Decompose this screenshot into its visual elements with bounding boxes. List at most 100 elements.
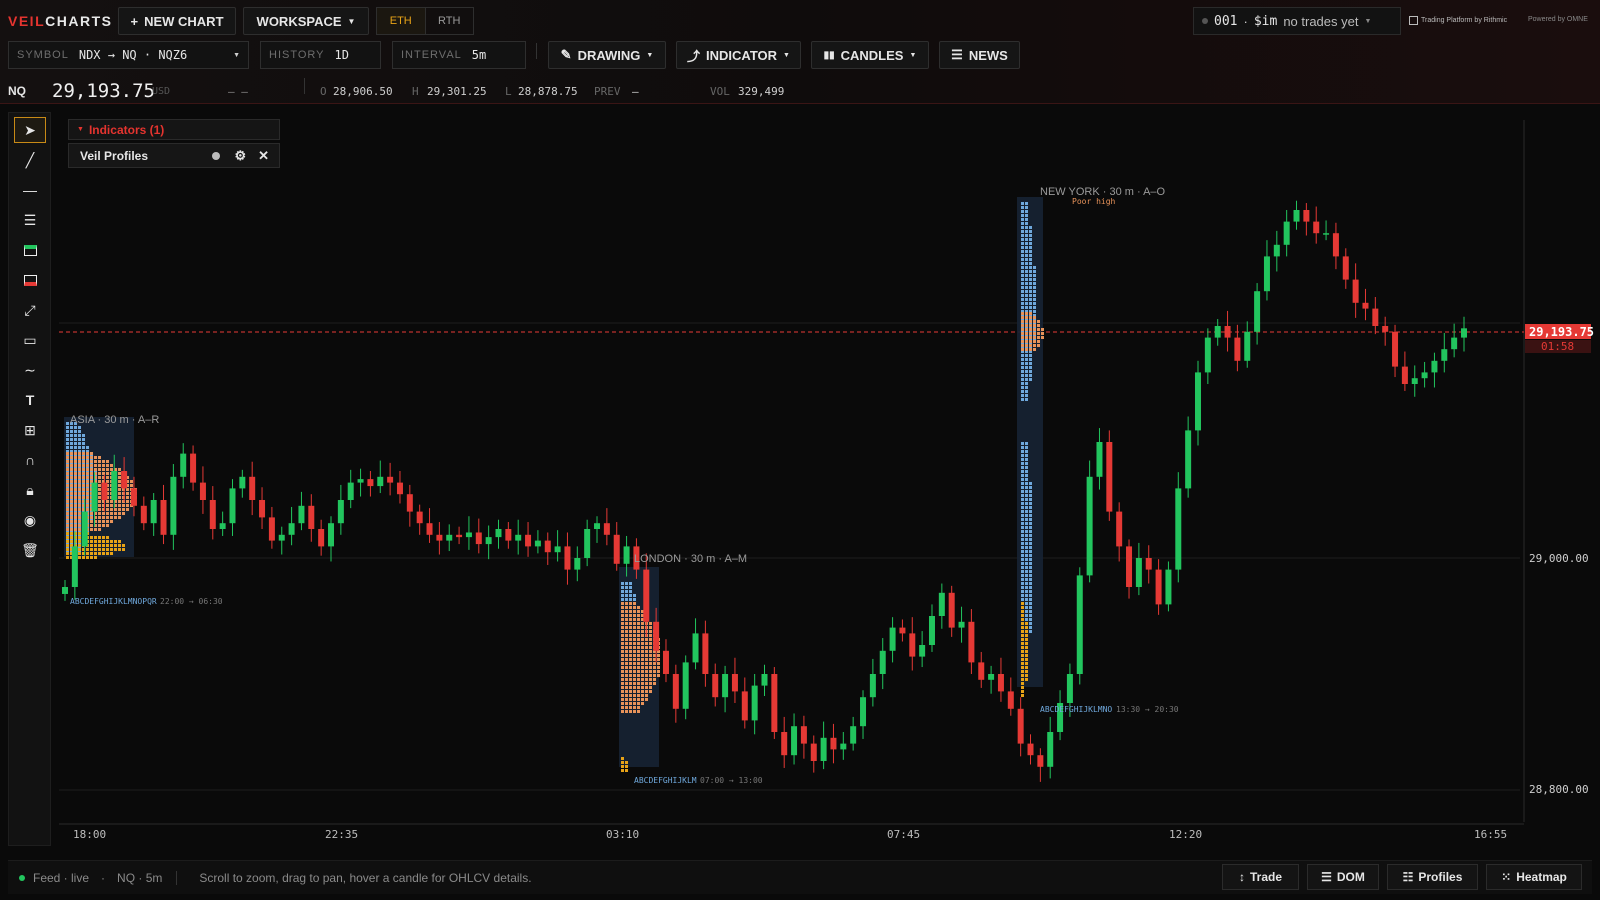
candle-body[interactable] bbox=[1066, 674, 1073, 703]
candle-body[interactable] bbox=[1342, 256, 1349, 280]
candle-body[interactable] bbox=[1185, 430, 1192, 489]
candle-body[interactable] bbox=[1155, 569, 1162, 605]
candle-body[interactable] bbox=[1283, 221, 1290, 245]
candle-body[interactable] bbox=[820, 737, 827, 761]
candle-body[interactable] bbox=[1244, 331, 1251, 361]
horizontal-line-tool[interactable]: — bbox=[14, 177, 46, 203]
candle-body[interactable] bbox=[1362, 302, 1369, 309]
text-tool[interactable]: T bbox=[14, 387, 46, 413]
candle-body[interactable] bbox=[938, 592, 945, 616]
candle-body[interactable] bbox=[288, 523, 295, 535]
candle-body[interactable] bbox=[367, 479, 374, 487]
candle-body[interactable] bbox=[1332, 233, 1339, 257]
short-position-tool[interactable] bbox=[14, 267, 46, 293]
candle-body[interactable] bbox=[534, 540, 541, 547]
candle-body[interactable] bbox=[1392, 331, 1399, 367]
account-selector[interactable]: 001 · $im no trades yet ▼ bbox=[1193, 7, 1401, 35]
candle-body[interactable] bbox=[682, 662, 689, 709]
rectangle-tool[interactable]: ▭ bbox=[14, 327, 46, 353]
candle-body[interactable] bbox=[988, 674, 995, 680]
candle-body[interactable] bbox=[160, 500, 167, 535]
candle-body[interactable] bbox=[574, 558, 581, 570]
candle-body[interactable] bbox=[259, 500, 266, 518]
candle-body[interactable] bbox=[1431, 360, 1438, 373]
candle-body[interactable] bbox=[209, 500, 216, 529]
candle-body[interactable] bbox=[1263, 256, 1270, 292]
workspace-button[interactable]: WORKSPACE ▼ bbox=[243, 7, 369, 35]
candle-body[interactable] bbox=[1293, 210, 1300, 222]
candle-body[interactable] bbox=[1461, 328, 1467, 338]
candle-body[interactable] bbox=[1352, 279, 1359, 303]
candle-body[interactable] bbox=[594, 523, 601, 529]
candle-body[interactable] bbox=[899, 627, 906, 634]
candle-body[interactable] bbox=[1372, 308, 1379, 326]
candle-body[interactable] bbox=[722, 674, 729, 698]
candle-body[interactable] bbox=[1204, 337, 1211, 373]
candle-body[interactable] bbox=[791, 726, 798, 756]
candle-body[interactable] bbox=[840, 743, 847, 750]
candle-body[interactable] bbox=[1007, 691, 1014, 709]
candle-body[interactable] bbox=[869, 674, 876, 698]
history-selector[interactable]: HISTORY 1D bbox=[260, 41, 381, 69]
candle-body[interactable] bbox=[751, 685, 758, 721]
candle-body[interactable] bbox=[318, 529, 325, 547]
candle-body[interactable] bbox=[1411, 378, 1418, 384]
candle-body[interactable] bbox=[1273, 244, 1280, 257]
candle-body[interactable] bbox=[919, 645, 926, 657]
candles-button[interactable]: ▮▮ CANDLES ▼ bbox=[811, 41, 929, 69]
candle-body[interactable] bbox=[830, 737, 837, 750]
candle-body[interactable] bbox=[1135, 558, 1142, 587]
candle-body[interactable] bbox=[328, 523, 335, 547]
candle-body[interactable] bbox=[465, 532, 472, 538]
candle-body[interactable] bbox=[643, 569, 650, 622]
candle-body[interactable] bbox=[426, 523, 433, 535]
candle-body[interactable] bbox=[525, 534, 532, 547]
candle-body[interactable] bbox=[337, 500, 344, 524]
candle-body[interactable] bbox=[150, 500, 157, 524]
candle-body[interactable] bbox=[948, 592, 955, 628]
candle-body[interactable] bbox=[416, 511, 423, 524]
candle-body[interactable] bbox=[1451, 337, 1458, 350]
session-eth[interactable]: ETH bbox=[377, 8, 426, 34]
candle-body[interactable] bbox=[1106, 442, 1113, 512]
candle-body[interactable] bbox=[584, 529, 591, 558]
candle-body[interactable] bbox=[1421, 372, 1428, 379]
trade-button[interactable]: ↕ Trade bbox=[1222, 864, 1299, 890]
candle-body[interactable] bbox=[544, 540, 551, 553]
candle-body[interactable] bbox=[406, 494, 413, 512]
lock-tool[interactable]: 🔒︎ bbox=[14, 477, 46, 503]
candle-body[interactable] bbox=[613, 534, 620, 564]
candle-body[interactable] bbox=[1116, 511, 1123, 547]
candle-body[interactable] bbox=[1194, 372, 1201, 431]
candle-body[interactable] bbox=[741, 691, 748, 721]
pointer-tool[interactable]: ➤ bbox=[14, 117, 46, 143]
candle-body[interactable] bbox=[81, 511, 88, 547]
candle-body[interactable] bbox=[1224, 326, 1231, 338]
candle-body[interactable] bbox=[554, 546, 561, 553]
new-chart-button[interactable]: + NEW CHART bbox=[118, 7, 236, 35]
candle-body[interactable] bbox=[1126, 546, 1133, 587]
patterns-tool[interactable]: ⊞ bbox=[14, 417, 46, 443]
candle-body[interactable] bbox=[308, 505, 315, 529]
candle-body[interactable] bbox=[1382, 326, 1389, 332]
candle-body[interactable] bbox=[485, 537, 492, 545]
candle-body[interactable] bbox=[623, 546, 630, 564]
fib-tool[interactable]: ☰ bbox=[14, 207, 46, 233]
measure-tool[interactable]: ⤢ bbox=[14, 297, 46, 323]
candle-body[interactable] bbox=[662, 650, 669, 674]
candle-body[interactable] bbox=[731, 674, 738, 692]
candle-body[interactable] bbox=[889, 627, 896, 651]
candle-body[interactable] bbox=[860, 697, 867, 727]
candle-body[interactable] bbox=[1145, 558, 1152, 570]
candle-body[interactable] bbox=[1313, 221, 1320, 234]
indicator-button[interactable]: ⤴ INDICATOR ▼ bbox=[676, 41, 801, 69]
candle-body[interactable] bbox=[121, 471, 128, 489]
candle-body[interactable] bbox=[1234, 337, 1241, 361]
candle-body[interactable] bbox=[180, 453, 187, 477]
candle-body[interactable] bbox=[1323, 233, 1330, 235]
candle-body[interactable] bbox=[1303, 210, 1310, 222]
candle-body[interactable] bbox=[761, 674, 768, 686]
magnet-tool[interactable]: ∩ bbox=[14, 447, 46, 473]
candle-body[interactable] bbox=[771, 674, 778, 732]
candle-body[interactable] bbox=[249, 476, 256, 500]
